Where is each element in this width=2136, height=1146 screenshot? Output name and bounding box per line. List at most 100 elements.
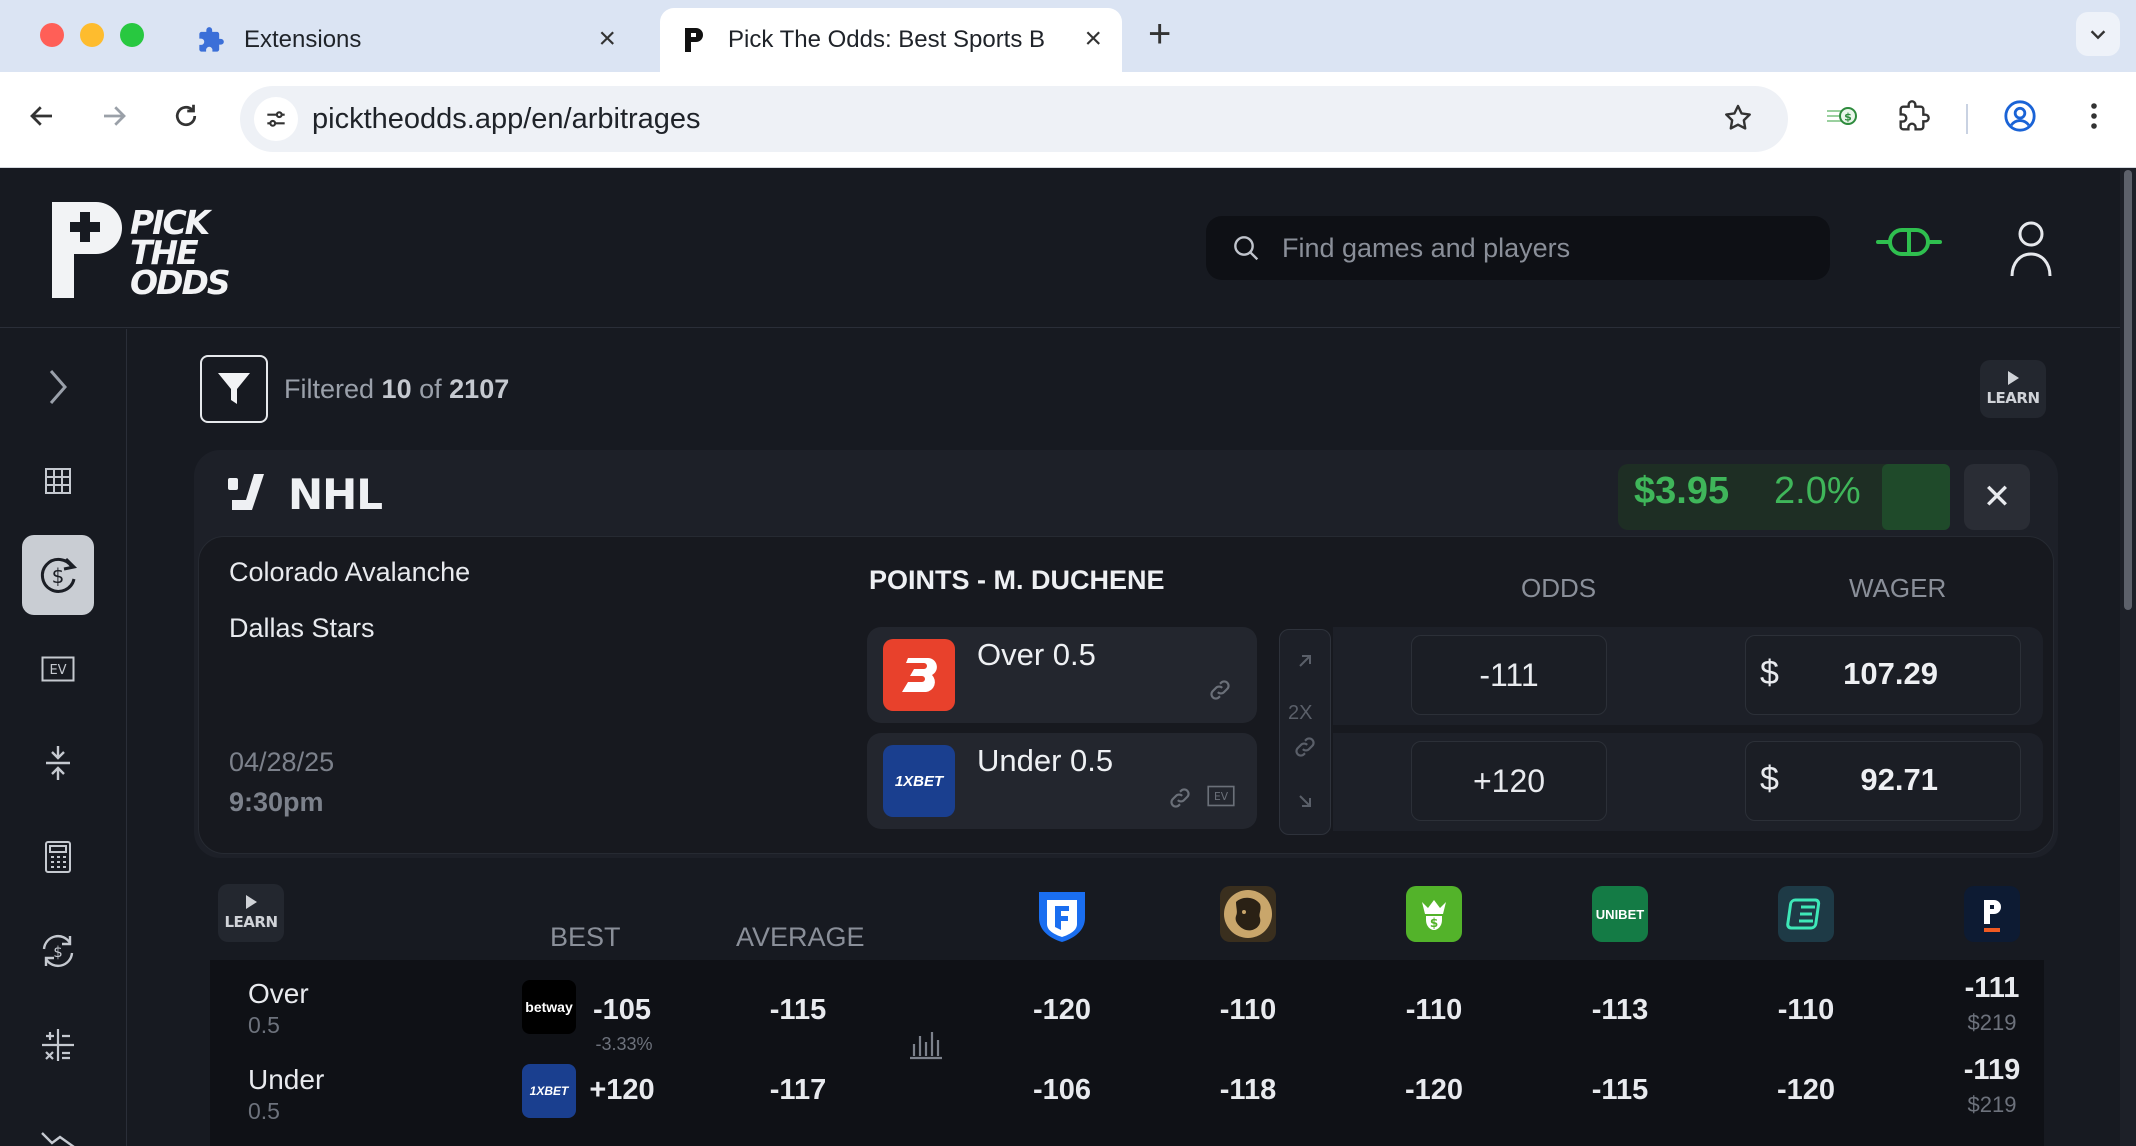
odds-field-under[interactable]: +120 bbox=[1411, 741, 1607, 821]
draftkings-logo[interactable]: $ bbox=[1406, 886, 1462, 942]
learn-label: LEARN bbox=[224, 913, 278, 931]
pointsbet-odds[interactable]: -111 bbox=[1922, 972, 2062, 1005]
fanduel-odds[interactable]: -120 bbox=[992, 994, 1132, 1027]
scrollbar-thumb[interactable] bbox=[2124, 170, 2132, 610]
wager-column-header: WAGER bbox=[1849, 573, 1947, 603]
back-button[interactable] bbox=[20, 94, 64, 138]
filter-prefix: Filtered bbox=[284, 374, 375, 404]
league-title: NHL bbox=[288, 470, 383, 519]
best-column-header: BEST bbox=[550, 922, 621, 952]
toggle-icon[interactable] bbox=[1876, 226, 1942, 263]
betmgm-odds[interactable]: -110 bbox=[1178, 994, 1318, 1027]
bar-chart-icon[interactable] bbox=[908, 1026, 944, 1060]
profit-indicator[interactable] bbox=[1882, 464, 1950, 530]
team-home: Colorado Avalanche bbox=[229, 557, 471, 587]
multiplier-label: 2X bbox=[1288, 702, 1313, 724]
svg-text:$: $ bbox=[53, 943, 63, 961]
sidebar-item-middles[interactable] bbox=[22, 723, 94, 803]
espnbet-odds[interactable]: -110 bbox=[1736, 994, 1876, 1027]
sidebar-item-odds-math[interactable] bbox=[22, 1005, 94, 1085]
new-tab-button[interactable]: + bbox=[1148, 14, 1171, 54]
bet-row-over[interactable]: Over 0.5 bbox=[867, 627, 1257, 723]
unibet-logo[interactable]: UNIBET bbox=[1592, 886, 1648, 942]
currency-symbol: $ bbox=[1760, 654, 1779, 692]
address-bar[interactable]: picktheodds.app/en/arbitrages bbox=[240, 86, 1788, 152]
wager-field-under[interactable]: $ 92.71 bbox=[1745, 741, 2021, 821]
chevron-right-icon bbox=[49, 370, 67, 404]
betmgm-logo[interactable] bbox=[1220, 886, 1276, 942]
wager-link-column[interactable]: 2X bbox=[1279, 629, 1331, 835]
event-date: 04/28/25 bbox=[229, 747, 335, 777]
window-minimize-button[interactable] bbox=[80, 23, 104, 47]
pointsbet-stake: $219 bbox=[1967, 1010, 2017, 1035]
pick-the-odds-logo[interactable]: PICK THE ODDS bbox=[52, 202, 252, 303]
arrow-left-icon bbox=[30, 106, 52, 126]
tab-close-icon[interactable]: × bbox=[598, 24, 616, 54]
tab-search-button[interactable] bbox=[2076, 12, 2120, 56]
odds-table: Over 0.5 betway -105 -3.33% -115 -120 -1… bbox=[210, 960, 2044, 1146]
betmgm-odds[interactable]: -118 bbox=[1178, 1074, 1318, 1107]
learn-button[interactable]: LEARN bbox=[218, 884, 284, 942]
calculator-icon bbox=[45, 841, 71, 873]
forward-button[interactable] bbox=[92, 94, 136, 138]
svg-text:EV: EV bbox=[49, 663, 66, 678]
arbitrage-dollar-icon: $ bbox=[40, 557, 78, 593]
search-input[interactable]: Find games and players bbox=[1206, 216, 1830, 280]
sidebar-item-trend[interactable] bbox=[22, 1099, 94, 1146]
filter-button[interactable] bbox=[200, 355, 268, 423]
link-icon bbox=[1170, 788, 1190, 808]
sidebar-item-grid[interactable] bbox=[22, 441, 94, 521]
sidebar-item-exchange[interactable]: $ bbox=[22, 911, 94, 991]
tab-extensions[interactable]: Extensions × bbox=[196, 8, 636, 72]
pointsbet-logo[interactable] bbox=[1964, 886, 2020, 942]
window-zoom-button[interactable] bbox=[120, 23, 144, 47]
tab-pick-the-odds[interactable]: Pick The Odds: Best Sports B × bbox=[660, 8, 1122, 72]
extensions-puzzle-icon[interactable] bbox=[1892, 94, 1936, 138]
sidebar-item-ev[interactable]: EV bbox=[22, 629, 94, 709]
odds-column-header: ODDS bbox=[1521, 573, 1597, 603]
svg-text:$: $ bbox=[1430, 916, 1438, 930]
unibet-odds[interactable]: -113 bbox=[1550, 994, 1690, 1027]
app-viewport: PICK THE ODDS Find games and players $ E… bbox=[0, 168, 2136, 1146]
user-account-icon[interactable] bbox=[2008, 220, 2054, 283]
bet-row-under[interactable]: 1XBET Under 0.5 EV bbox=[867, 733, 1257, 829]
sidebar-item-calculator[interactable] bbox=[22, 817, 94, 897]
pointsbet-stake: $219 bbox=[1967, 1092, 2017, 1117]
draftkings-odds[interactable]: -120 bbox=[1364, 1074, 1504, 1107]
odds-field-over[interactable]: -111 bbox=[1411, 635, 1607, 715]
play-icon bbox=[2007, 371, 2019, 385]
grid-icon bbox=[45, 468, 71, 494]
currency-symbol: $ bbox=[1760, 760, 1779, 798]
bookmark-star-icon[interactable] bbox=[1722, 102, 1754, 139]
tab-close-icon[interactable]: × bbox=[1084, 24, 1102, 54]
kebab-menu-icon[interactable] bbox=[2072, 94, 2116, 138]
site-info-icon[interactable] bbox=[254, 97, 298, 141]
learn-button[interactable]: LEARN bbox=[1980, 360, 2046, 418]
fanduel-logo[interactable] bbox=[1034, 888, 1090, 944]
page-scrollbar[interactable] bbox=[2120, 168, 2136, 1146]
espnbet-odds[interactable]: -120 bbox=[1736, 1074, 1876, 1107]
url-text[interactable]: picktheodds.app/en/arbitrages bbox=[312, 103, 701, 136]
team-away: Dallas Stars bbox=[229, 613, 375, 643]
window-close-button[interactable] bbox=[40, 23, 64, 47]
link-icon bbox=[1210, 680, 1230, 700]
espnbet-logo[interactable] bbox=[1778, 886, 1834, 942]
reload-button[interactable] bbox=[164, 94, 208, 138]
best-odds: +120 bbox=[589, 1074, 655, 1106]
sidebar-expand-button[interactable] bbox=[22, 347, 94, 427]
bet-label: Under 0.5 bbox=[977, 743, 1114, 778]
search-placeholder: Find games and players bbox=[1282, 233, 1571, 263]
arrow-down-right-icon bbox=[1299, 795, 1311, 807]
draftkings-odds[interactable]: -110 bbox=[1364, 994, 1504, 1027]
arbitrage-details: Colorado Avalanche Dallas Stars 04/28/25… bbox=[198, 536, 2054, 854]
money-extension-icon[interactable]: $ bbox=[1820, 94, 1864, 138]
profile-icon[interactable] bbox=[1998, 94, 2042, 138]
pointsbet-odds[interactable]: -119 bbox=[1922, 1054, 2062, 1087]
sidebar-item-arbitrage[interactable]: $ bbox=[22, 535, 94, 615]
wager-field-over[interactable]: $ 107.29 bbox=[1745, 635, 2021, 715]
close-button[interactable]: ✕ bbox=[1964, 464, 2030, 530]
fanduel-odds[interactable]: -106 bbox=[992, 1074, 1132, 1107]
unibet-odds[interactable]: -115 bbox=[1550, 1074, 1690, 1107]
svg-text:$: $ bbox=[52, 564, 65, 588]
svg-text:EV: EV bbox=[1214, 790, 1229, 803]
